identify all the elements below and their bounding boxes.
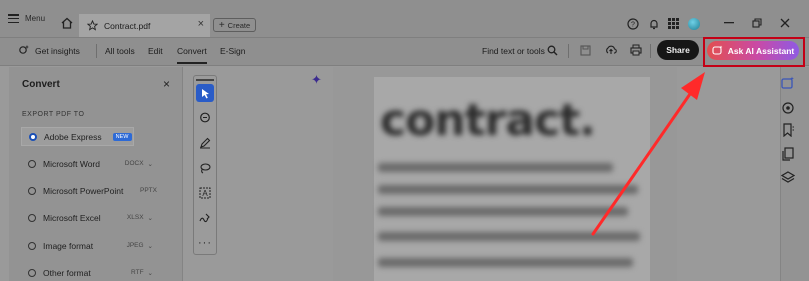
radio[interactable] [28, 213, 36, 222]
rail-bookmark-icon[interactable] [781, 123, 795, 137]
rail-pages-icon[interactable] [781, 147, 795, 161]
menu-label: Menu [25, 14, 46, 23]
comment-tool-icon [200, 112, 210, 123]
option-label: Microsoft Word [43, 158, 100, 169]
draw-tool-icon [200, 137, 211, 149]
rail-comment-icon[interactable] [781, 101, 795, 115]
export-option-other[interactable]: Other format RTF ⌄ [21, 263, 165, 281]
plus-icon: + [218, 19, 225, 31]
chevron-down-icon[interactable]: ⌄ [148, 214, 153, 222]
help-icon[interactable]: ? [627, 18, 639, 30]
print-icon[interactable] [630, 44, 642, 56]
close-icon[interactable] [780, 18, 790, 28]
panel-close-icon[interactable]: × [163, 77, 170, 91]
lasso-tool[interactable] [196, 159, 214, 177]
format-label: XLSX [126, 214, 144, 221]
blurred-text-line [378, 258, 633, 267]
all-tools-tab[interactable]: All tools [105, 46, 135, 56]
export-option-adobe-express[interactable]: Adobe Express NEW [21, 127, 134, 146]
toolbar-divider [650, 44, 651, 58]
option-label: Image format [43, 240, 94, 251]
chevron-down-icon[interactable]: ⌄ [148, 242, 153, 250]
svg-text:?: ? [631, 22, 635, 29]
tab-title: Contract.pdf [104, 20, 151, 31]
sign-tool-icon [199, 213, 210, 223]
close-tab-icon[interactable]: × [198, 18, 204, 30]
new-badge: NEW [112, 132, 132, 141]
export-option-image[interactable]: Image format JPEG ⌄ [21, 236, 165, 255]
export-option-excel[interactable]: Microsoft Excel XLSX ⌄ [21, 208, 165, 227]
share-button[interactable]: Share [657, 40, 699, 60]
option-label: Microsoft PowerPoint [43, 185, 124, 196]
toolbar-divider [96, 44, 97, 58]
radio-selected[interactable] [29, 132, 37, 141]
select-tool-icon [201, 88, 209, 98]
radio[interactable] [28, 159, 36, 168]
convert-tab[interactable]: Convert [177, 46, 207, 64]
format-label: RTF [131, 269, 144, 276]
avatar[interactable] [688, 18, 700, 30]
text-tool-icon: A [199, 187, 211, 199]
format-label: DOCX [124, 160, 144, 167]
option-label: Microsoft Excel [43, 212, 101, 223]
tools-handle[interactable] [196, 79, 214, 81]
draw-tool[interactable] [196, 134, 214, 152]
upload-icon[interactable] [605, 44, 617, 56]
chevron-down-icon[interactable]: ⌄ [148, 160, 153, 168]
insights-icon [19, 45, 29, 54]
star-icon[interactable] [87, 20, 98, 31]
save-icon[interactable] [580, 45, 591, 56]
bell-icon[interactable] [648, 18, 660, 30]
format-label: JPEG [126, 242, 144, 249]
esign-tab[interactable]: E-Sign [220, 46, 246, 56]
chevron-down-icon[interactable]: ⌄ [148, 269, 153, 277]
edit-tab[interactable]: Edit [148, 46, 163, 56]
more-icon[interactable]: ··· [196, 234, 214, 252]
menu-icon [8, 14, 19, 23]
create-label: Create [227, 20, 251, 30]
create-button[interactable]: + Create [213, 18, 256, 32]
option-label: Adobe Express [44, 131, 102, 142]
panel-title: Convert [22, 79, 60, 90]
blurred-text-line [378, 163, 613, 172]
document-heading: contract. [380, 95, 596, 146]
search-icon[interactable] [547, 45, 558, 56]
home-icon[interactable] [61, 17, 73, 29]
get-insights-button[interactable]: Get insights [35, 46, 80, 56]
radio[interactable] [28, 268, 36, 277]
blurred-text-line [378, 185, 638, 194]
minimize-icon[interactable] [724, 21, 734, 25]
radio[interactable] [28, 241, 36, 250]
menu-button[interactable]: Menu [8, 14, 45, 23]
option-label: Other format [43, 267, 91, 278]
ai-label: Ask AI Assistant [727, 45, 795, 56]
restore-icon[interactable] [752, 18, 762, 28]
format-label: PPTX [140, 187, 157, 194]
find-label[interactable]: Find text or tools [482, 46, 545, 56]
blurred-text-line [378, 207, 628, 216]
rail-ai-icon[interactable] [781, 76, 795, 90]
toolbar-divider [568, 44, 569, 58]
sign-tool[interactable] [196, 209, 214, 227]
text-tool[interactable]: A [196, 184, 214, 202]
ai-icon [712, 45, 723, 55]
apps-icon[interactable] [668, 18, 679, 29]
sparkle-icon[interactable]: ✦ [311, 72, 322, 88]
select-tool[interactable] [196, 84, 214, 102]
export-option-powerpoint[interactable]: Microsoft PowerPoint PPTX [21, 181, 165, 200]
document-tab[interactable]: Contract.pdf × [79, 14, 210, 37]
ask-ai-assistant-button[interactable]: Ask AI Assistant [707, 41, 799, 60]
export-option-word[interactable]: Microsoft Word DOCX ⌄ [21, 154, 165, 173]
rail-layers-icon[interactable] [781, 171, 795, 185]
comment-tool[interactable] [196, 109, 214, 127]
lasso-tool-icon [200, 163, 211, 174]
svg-text:A: A [202, 189, 208, 198]
blurred-text-line [378, 232, 640, 241]
radio[interactable] [28, 186, 36, 195]
export-section-label: EXPORT PDF TO [22, 111, 85, 118]
